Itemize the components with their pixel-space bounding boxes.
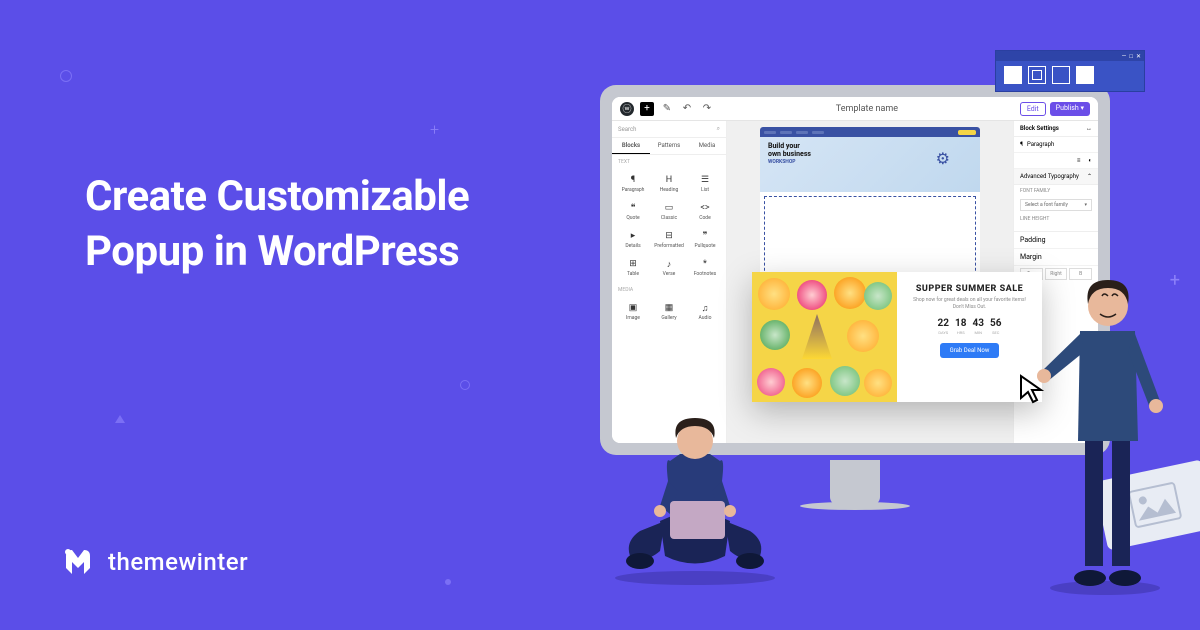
- block-list[interactable]: ☰List: [688, 171, 722, 197]
- minimize-icon: —: [1122, 53, 1127, 60]
- block-audio[interactable]: ♫Audio: [688, 299, 722, 325]
- countdown-timer: 22DAYS 18HRS 43MIN 56SEC: [907, 318, 1032, 335]
- block-paragraph[interactable]: ¶Paragraph: [616, 171, 650, 197]
- popup-cta-button[interactable]: Grab Deal Now: [940, 343, 1000, 358]
- page-preview: Build yourown business WORKSHOP ⚙: [760, 127, 980, 285]
- paragraph-icon: ¶: [1020, 141, 1023, 148]
- wordpress-icon[interactable]: ⓦ: [620, 102, 634, 116]
- block-pullquote[interactable]: ❞Pullquote: [688, 227, 722, 253]
- gear-icon: ⚙: [936, 149, 950, 168]
- tab-media[interactable]: Media: [688, 138, 726, 154]
- undo-icon[interactable]: ↶: [680, 102, 694, 116]
- person-standing-illustration: [1030, 256, 1180, 600]
- deco-plus: +: [430, 120, 439, 139]
- deco-circle: [60, 70, 72, 82]
- block-details[interactable]: ▸Details: [616, 227, 650, 253]
- tab-patterns[interactable]: Patterns: [650, 138, 688, 154]
- section-label: TEXT: [612, 155, 726, 169]
- deco-circle: [460, 380, 470, 390]
- block-type-label: Paragraph: [1027, 141, 1054, 148]
- template-title: Template name: [714, 104, 1020, 114]
- search-input[interactable]: Search ⌕: [612, 121, 726, 138]
- popup-image: [752, 272, 897, 402]
- brand-logo: themewinter: [60, 544, 248, 580]
- settings-title: Block Settings: [1020, 125, 1059, 132]
- layer-box: [1052, 66, 1070, 84]
- line-height-label: LINE HEIGHT: [1014, 213, 1098, 225]
- contrast-icon[interactable]: ◐: [1088, 157, 1092, 164]
- font-family-select[interactable]: Select a font family▾: [1020, 199, 1092, 211]
- preview-hero: Build yourown business WORKSHOP ⚙: [760, 137, 980, 192]
- headline-line1: Create Customizable: [85, 170, 469, 225]
- alignment-icon[interactable]: ≡: [1077, 157, 1081, 164]
- block-heading[interactable]: HHeading: [652, 171, 686, 197]
- preview-dropzone: [764, 196, 976, 281]
- block-image[interactable]: ▣Image: [616, 299, 650, 325]
- padding-label: Padding: [1020, 236, 1046, 244]
- preview-navbar: [760, 127, 980, 137]
- maximize-icon: □: [1129, 53, 1133, 60]
- redo-icon[interactable]: ↷: [700, 102, 714, 116]
- block-quote[interactable]: ❝Quote: [616, 199, 650, 225]
- floating-layers-widget: — □ ✕: [995, 50, 1145, 92]
- layer-box: [1028, 66, 1046, 84]
- pineapple-icon: [802, 314, 832, 359]
- page-headline: Create Customizable Popup in WordPress: [85, 170, 469, 279]
- brand-name: themewinter: [108, 548, 248, 576]
- layer-box: [1076, 66, 1094, 84]
- popup-title: SUPPER SUMMER SALE: [907, 284, 1032, 294]
- headline-line2: Popup in WordPress: [85, 225, 469, 280]
- collapse-icon[interactable]: ↔: [1086, 125, 1092, 132]
- block-gallery[interactable]: ▦Gallery: [652, 299, 686, 325]
- popup-subtitle: Shop now for great deals on all your fav…: [907, 297, 1032, 310]
- close-icon: ✕: [1136, 53, 1141, 60]
- add-block-button[interactable]: +: [640, 102, 654, 116]
- section-label: MEDIA: [612, 283, 726, 297]
- typography-accordion[interactable]: Advanced Typography⌃: [1014, 169, 1098, 185]
- block-code[interactable]: <>Code: [688, 199, 722, 225]
- block-verse[interactable]: ♪Verse: [652, 255, 686, 281]
- publish-button[interactable]: Publish ▾: [1050, 102, 1090, 116]
- person-sitting-illustration: [610, 406, 780, 590]
- deco-triangle: [115, 415, 125, 423]
- popup-preview: SUPPER SUMMER SALE Shop now for great de…: [752, 272, 1042, 402]
- deco-dot: [445, 579, 451, 585]
- block-footnotes[interactable]: *Footnotes: [688, 255, 722, 281]
- block-classic[interactable]: ▭Classic: [652, 199, 686, 225]
- layer-box: [1004, 66, 1022, 84]
- search-icon: ⌕: [717, 125, 720, 133]
- block-inserter-panel: Search ⌕ Blocks Patterns Media TEXT ¶Par…: [612, 97, 727, 443]
- editor-topbar: ⓦ + ✎ ↶ ↷ Template name Edit Publish ▾: [612, 97, 1098, 121]
- tab-blocks[interactable]: Blocks: [612, 138, 650, 154]
- edit-button[interactable]: Edit: [1020, 102, 1046, 116]
- block-table[interactable]: ⊞Table: [616, 255, 650, 281]
- block-preformatted[interactable]: ⊟Preformatted: [652, 227, 686, 253]
- font-family-label: FONT FAMILY: [1014, 185, 1098, 197]
- themewinter-icon: [60, 544, 96, 580]
- edit-tool-icon[interactable]: ✎: [660, 102, 674, 116]
